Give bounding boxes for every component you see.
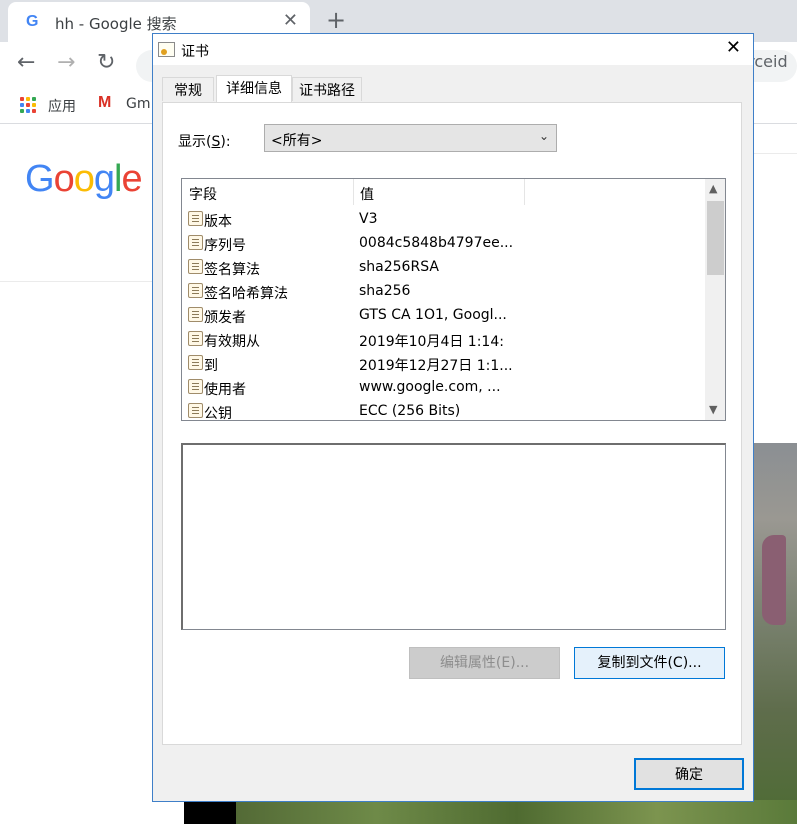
row-field: 使用者 <box>204 382 246 398</box>
background-photo <box>752 443 797 824</box>
google-logo-letter: g <box>93 158 115 200</box>
browser-tab-close-icon[interactable]: ✕ <box>283 10 298 31</box>
column-header-value[interactable]: 值 <box>360 184 374 204</box>
google-logo-letter: o <box>73 158 95 200</box>
apps-grid-icon[interactable] <box>20 97 36 113</box>
list-item[interactable]: 版本 V3 <box>182 207 704 231</box>
row-value: V3 <box>359 211 378 227</box>
column-separator[interactable] <box>353 179 354 205</box>
certificate-dialog: 证书 ✕ 常规 详细信息 证书路径 显示(S): <所有> ⌄ 字段 值 版本 … <box>152 33 754 802</box>
forward-icon[interactable]: → <box>57 50 75 75</box>
new-tab-button[interactable]: + <box>326 6 346 34</box>
row-value: 2019年12月27日 1:1... <box>359 358 513 374</box>
row-value: sha256 <box>359 283 411 299</box>
column-header-field[interactable]: 字段 <box>189 184 217 204</box>
show-label: 显示(S): <box>178 134 231 150</box>
dialog-titlebar[interactable]: 证书 ✕ <box>153 34 753 65</box>
row-field: 序列号 <box>204 238 246 254</box>
edit-properties-button[interactable]: 编辑属性(E)... <box>409 647 560 679</box>
google-logo-letter: o <box>53 158 75 200</box>
row-value: www.google.com, ... <box>359 379 501 395</box>
field-icon <box>188 259 203 274</box>
back-icon[interactable]: ← <box>17 50 35 75</box>
row-field: 到 <box>204 358 218 374</box>
ok-button[interactable]: 确定 <box>634 758 744 790</box>
dialog-title: 证书 <box>181 44 209 60</box>
google-logo-letter: e <box>121 158 142 200</box>
tab-details[interactable]: 详细信息 <box>216 75 292 102</box>
certificate-icon <box>158 42 175 57</box>
reload-icon[interactable]: ↻ <box>97 50 115 75</box>
google-favicon-icon: G <box>26 13 39 30</box>
browser-tab-title: hh - Google 搜索 <box>55 15 177 33</box>
row-value: sha256RSA <box>359 259 439 275</box>
field-icon <box>188 331 203 346</box>
page-divider <box>0 281 160 282</box>
page-divider-right <box>754 153 797 154</box>
chevron-down-icon: ⌄ <box>538 129 549 143</box>
background-photo-figure <box>762 535 786 625</box>
google-logo[interactable]: Google <box>25 158 143 201</box>
copy-to-file-button[interactable]: 复制到文件(C)... <box>574 647 725 679</box>
row-field: 有效期从 <box>204 334 260 350</box>
details-panel: 显示(S): <所有> ⌄ 字段 值 版本 V3 序列号 0084c5848b4… <box>162 102 742 745</box>
row-value: 2019年10月4日 1:14: <box>359 334 504 350</box>
row-value: 0084c5848b4797ee... <box>359 235 514 251</box>
background-grass-photo <box>236 800 797 824</box>
background-black-region <box>184 800 236 824</box>
show-filter-select[interactable]: <所有> ⌄ <box>264 124 557 152</box>
field-icon <box>188 283 203 298</box>
row-field: 公钥 <box>204 406 232 421</box>
field-icon <box>188 235 203 250</box>
column-separator[interactable] <box>524 179 525 205</box>
tab-certification-path[interactable]: 证书路径 <box>292 77 362 101</box>
scroll-thumb[interactable] <box>707 201 724 275</box>
list-item[interactable]: 签名算法 sha256RSA <box>182 255 704 279</box>
gmail-icon[interactable]: M <box>98 94 111 112</box>
list-item[interactable]: 签名哈希算法 sha256 <box>182 279 704 303</box>
row-field: 签名哈希算法 <box>204 286 288 302</box>
field-icon <box>188 379 203 394</box>
dialog-close-icon[interactable]: ✕ <box>726 37 741 58</box>
field-detail-textarea[interactable] <box>181 443 726 630</box>
field-list-header: 字段 值 <box>182 179 706 205</box>
row-value: GTS CA 1O1, Googl... <box>359 307 507 323</box>
row-field: 版本 <box>204 214 232 230</box>
row-field: 颁发者 <box>204 310 246 326</box>
list-item[interactable]: 到 2019年12月27日 1:1... <box>182 351 704 375</box>
show-filter-value: <所有> <box>271 133 323 149</box>
field-icon <box>188 403 203 418</box>
field-icon <box>188 211 203 226</box>
bookmark-gmail-label[interactable]: Gm <box>126 96 151 112</box>
row-field: 签名算法 <box>204 262 260 278</box>
tab-general[interactable]: 常规 <box>162 77 214 101</box>
row-value: ECC (256 Bits) <box>359 403 461 419</box>
field-list-scrollbar[interactable]: ▲ ▼ <box>705 179 725 420</box>
list-item[interactable]: 使用者 www.google.com, ... <box>182 375 704 399</box>
list-item[interactable]: 有效期从 2019年10月4日 1:14: <box>182 327 704 351</box>
list-item[interactable]: 颁发者 GTS CA 1O1, Googl... <box>182 303 704 327</box>
certificate-field-list[interactable]: 字段 值 版本 V3 序列号 0084c5848b4797ee... 签名算法 … <box>181 178 726 421</box>
field-icon <box>188 355 203 370</box>
google-logo-letter: G <box>25 158 55 200</box>
scroll-down-icon[interactable]: ▼ <box>709 403 717 416</box>
scroll-up-icon[interactable]: ▲ <box>709 182 717 195</box>
list-item[interactable]: 序列号 0084c5848b4797ee... <box>182 231 704 255</box>
bookmark-apps-label[interactable]: 应用 <box>48 96 76 116</box>
list-item[interactable]: 公钥 ECC (256 Bits) <box>182 399 704 421</box>
field-icon <box>188 307 203 322</box>
